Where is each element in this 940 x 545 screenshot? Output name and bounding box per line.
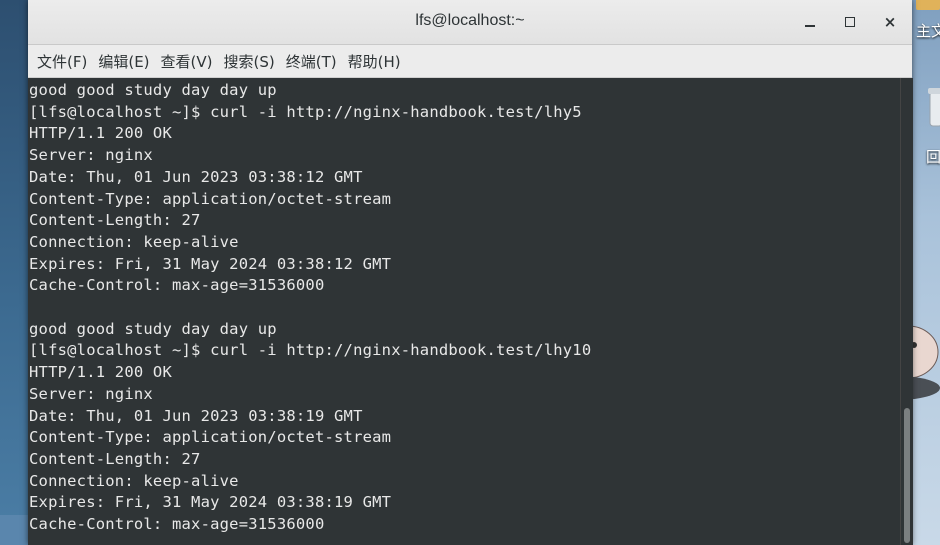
title-bar[interactable]: lfs@localhost:~ ×: [28, 0, 912, 45]
terminal-line: Cache-Control: max-age=31536000: [29, 515, 325, 533]
terminal-line: good good study day day up: [29, 319, 277, 338]
menu-help[interactable]: 帮助(H): [348, 48, 401, 75]
terminal-output[interactable]: good good study day day up [lfs@localhost…: [28, 78, 900, 545]
terminal-line: Date: Thu, 01 Jun 2023 03:38:12 GMT: [29, 167, 363, 186]
terminal-line: Date: Thu, 01 Jun 2023 03:38:19 GMT: [29, 406, 363, 425]
close-button[interactable]: ×: [876, 8, 904, 36]
close-icon: ×: [883, 13, 897, 31]
menu-search[interactable]: 搜索(S): [224, 48, 275, 75]
minimize-button[interactable]: [796, 8, 824, 36]
maximize-button[interactable]: [836, 8, 864, 36]
terminal-line: Expires: Fri, 31 May 2024 03:38:19 GMT: [29, 493, 392, 512]
terminal-line: Content-Length: 27: [29, 449, 201, 468]
desktop-trash-label: 回: [926, 148, 940, 166]
window-title: lfs@localhost:~: [415, 12, 525, 29]
terminal-line: HTTP/1.1 200 OK: [29, 124, 172, 143]
scrollbar-thumb[interactable]: [904, 408, 910, 543]
menu-file[interactable]: 文件(F): [37, 48, 87, 75]
menu-terminal[interactable]: 终端(T): [286, 48, 337, 75]
menu-view[interactable]: 查看(V): [161, 48, 213, 75]
desktop-left-strip: [0, 515, 28, 545]
maximize-icon: [845, 17, 855, 27]
menu-edit[interactable]: 编辑(E): [98, 48, 149, 75]
terminal-line: Server: nginx: [29, 384, 153, 403]
terminal-line: Connection: keep-alive: [29, 232, 239, 251]
terminal-line: good good study day day up: [29, 81, 277, 99]
minimize-icon: [805, 25, 815, 27]
menu-bar: 文件(F) 编辑(E) 查看(V) 搜索(S) 终端(T) 帮助(H): [28, 45, 912, 78]
trash-icon[interactable]: [928, 88, 940, 132]
terminal-line: Connection: keep-alive: [29, 471, 239, 490]
terminal-scrollbar[interactable]: [900, 78, 913, 545]
terminal-line: Content-Type: application/octet-stream: [29, 428, 392, 447]
terminal-line: HTTP/1.1 200 OK: [29, 363, 172, 382]
terminal-window: lfs@localhost:~ × 文件(F) 编辑(E) 查看(V) 搜索(S…: [28, 0, 913, 545]
terminal-line: Server: nginx: [29, 146, 153, 165]
terminal-line: Expires: Fri, 31 May 2024 03:38:12 GMT: [29, 254, 392, 273]
folder-icon[interactable]: [916, 0, 940, 10]
terminal-line: Content-Type: application/octet-stream: [29, 189, 392, 208]
terminal-line: Content-Length: 27: [29, 211, 201, 230]
terminal-line: [lfs@localhost ~]$ curl -i http://nginx-…: [29, 102, 582, 121]
terminal-line: [lfs@localhost ~]$ curl -i http://nginx-…: [29, 341, 592, 360]
terminal-line: Cache-Control: max-age=31536000: [29, 276, 325, 295]
desktop-home-label: 主文: [916, 22, 940, 40]
